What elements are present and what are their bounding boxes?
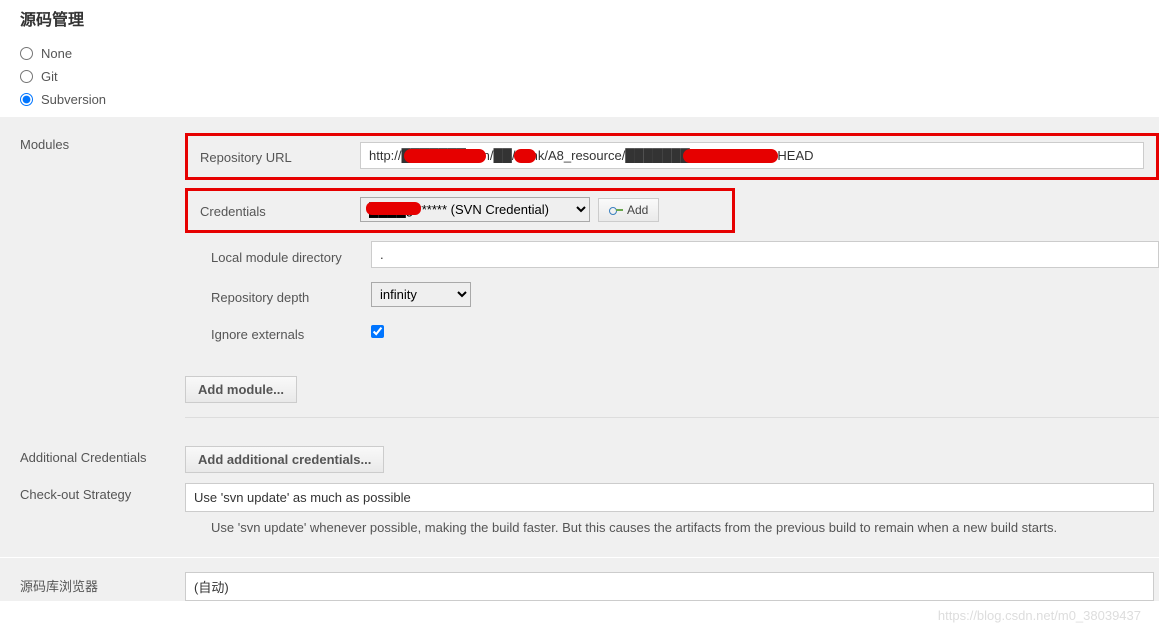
- credentials-label: Credentials: [200, 200, 360, 219]
- radio-git[interactable]: [20, 70, 33, 83]
- ignore-externals-checkbox[interactable]: [371, 325, 384, 338]
- ignore-externals-label: Ignore externals: [211, 321, 371, 342]
- redaction-mark: [683, 149, 778, 163]
- add-additional-credentials-button[interactable]: Add additional credentials...: [185, 446, 384, 473]
- checkout-strategy-desc: Use 'svn update' whenever possible, maki…: [185, 512, 1159, 553]
- redaction-mark: [514, 149, 536, 163]
- credentials-highlight: Credentials ████g/****** (SVN Credential…: [185, 188, 735, 233]
- repo-depth-select[interactable]: infinity: [371, 282, 471, 307]
- repo-url-label: Repository URL: [200, 146, 360, 165]
- modules-label: Modules: [20, 133, 185, 152]
- radio-subversion-label: Subversion: [41, 92, 106, 107]
- radio-none-label: None: [41, 46, 72, 61]
- add-credentials-label: Add: [627, 203, 648, 217]
- checkout-strategy-label: Check-out Strategy: [20, 483, 185, 502]
- local-dir-input[interactable]: [371, 241, 1159, 268]
- add-credentials-button[interactable]: Add: [598, 198, 659, 222]
- key-icon: [609, 205, 623, 215]
- repo-url-highlight: Repository URL: [185, 133, 1159, 180]
- repo-browser-input[interactable]: [185, 572, 1154, 601]
- radio-none[interactable]: [20, 47, 33, 60]
- redaction-mark: [404, 149, 486, 163]
- radio-subversion[interactable]: [20, 93, 33, 106]
- subversion-config-area: Modules Repository URL Credentials ████g…: [0, 117, 1159, 601]
- repo-browser-label: 源码库浏览器: [20, 572, 185, 595]
- radio-git-label: Git: [41, 69, 58, 84]
- local-dir-label: Local module directory: [211, 244, 371, 265]
- section-title: 源码管理: [0, 0, 1159, 42]
- repo-depth-label: Repository depth: [211, 284, 371, 305]
- add-module-button[interactable]: Add module...: [185, 376, 297, 403]
- additional-credentials-label: Additional Credentials: [20, 446, 185, 465]
- watermark-text: https://blog.csdn.net/m0_38039437: [938, 608, 1141, 623]
- redaction-mark: [366, 202, 421, 215]
- checkout-strategy-input[interactable]: [185, 483, 1154, 512]
